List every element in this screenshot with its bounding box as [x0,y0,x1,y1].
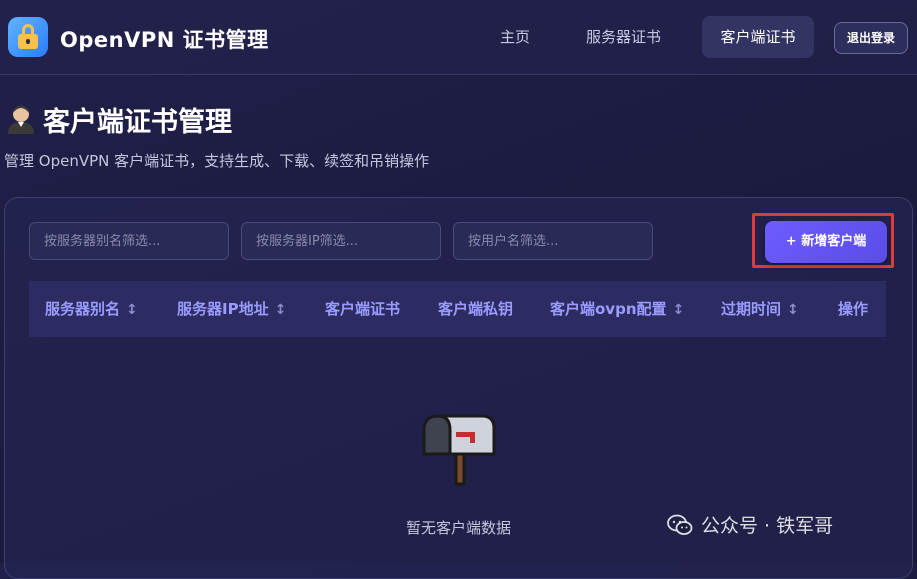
mailbox-icon [422,414,496,486]
page-subtitle: 管理 OpenVPN 客户端证书，支持生成、下载、续签和吊销操作 [4,152,430,170]
server-alias-filter-input[interactable] [29,222,229,260]
nav-client-certs[interactable]: 客户端证书 [702,16,814,58]
app-title[interactable]: OpenVPN 证书管理 [60,24,269,54]
column-header-server-ip[interactable]: 服务器IP地址 ↕ [177,281,286,337]
watermark: 公众号 · 铁军哥 [667,512,833,540]
column-header-client-ovpn[interactable]: 客户端ovpn配置 ↕ [550,281,684,337]
sort-icon[interactable]: ↕ [126,302,138,318]
user-icon [8,105,34,134]
server-ip-filter-input[interactable] [241,222,441,260]
column-header-client-key: 客户端私钥 [438,300,514,318]
column-header-client-cert: 客户端证书 [325,300,401,318]
watermark-text: 公众号 · 铁军哥 [701,515,834,537]
column-header-expiry[interactable]: 过期时间 ↕ [721,281,799,337]
username-filter-input[interactable] [453,222,653,260]
column-header-actions: 操作 [838,300,869,318]
top-navbar: OpenVPN 证书管理 主页 服务器证书 客户端证书 退出登录 [0,0,917,75]
nav-server-certs[interactable]: 服务器证书 [586,16,661,58]
sort-icon[interactable]: ↕ [787,302,799,318]
sort-icon[interactable]: ↕ [275,302,287,318]
sort-icon[interactable]: ↕ [673,302,685,318]
logout-button[interactable]: 退出登录 [834,22,908,54]
table-header: 服务器别名 ↕ 服务器IP地址 ↕ 客户端证书 客户端私钥 客户端ovpn配置 ↕ 过… [29,281,886,337]
wechat-icon [667,514,693,535]
column-header-server-alias[interactable]: 服务器别名 ↕ [45,281,138,337]
add-client-button[interactable]: + 新增客户端 [765,221,887,263]
lock-icon[interactable] [8,17,48,57]
page-title: 客户端证书管理 [43,107,232,138]
nav-home[interactable]: 主页 [500,16,530,58]
